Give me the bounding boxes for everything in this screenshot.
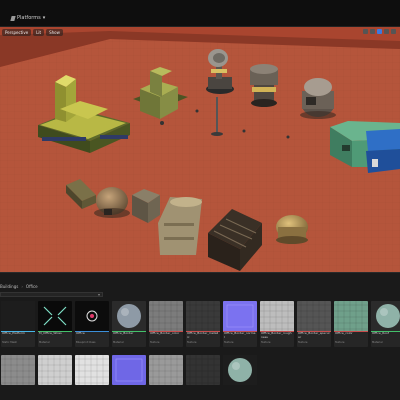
- asset-tile[interactable]: [38, 355, 72, 385]
- sphere-grey-thumbnail: [112, 301, 146, 331]
- light-panel-thumbnail: [260, 301, 294, 331]
- platforms-label: Platforms: [17, 15, 41, 21]
- asset-type: Material: [113, 341, 124, 344]
- asset-name: M_Office_Wires: [39, 331, 62, 335]
- normal-map-thumbnail: [223, 301, 257, 331]
- dark-platform-thumbnail: [1, 301, 35, 331]
- asset-tile[interactable]: [75, 355, 109, 385]
- viewport-button-label: Show: [49, 29, 60, 35]
- green-panel-thumbnail: [334, 301, 368, 331]
- move-icon[interactable]: [363, 29, 368, 34]
- asset-name: Office_Border: [113, 331, 134, 335]
- asset-type: Texture: [298, 341, 308, 344]
- breadcrumb: Buildings › Office: [0, 284, 38, 289]
- asset-name: Office: [76, 331, 85, 335]
- asset-type: Texture: [187, 341, 197, 344]
- round-lamp-pod[interactable]: [276, 215, 308, 244]
- grid-snap-icon[interactable]: [384, 29, 389, 34]
- asset-type: Static Mesh: [2, 341, 18, 344]
- grey-panel-thumbnail: [149, 301, 183, 331]
- prop-marker: [160, 121, 164, 125]
- asset-type: Texture: [261, 341, 271, 344]
- dark-tiles-thumbnail: [186, 355, 220, 385]
- asset-tile[interactable]: Office_Border_specular Texture: [297, 301, 331, 347]
- tower-building[interactable]: [250, 64, 278, 107]
- viewport-transform-tools: [363, 29, 396, 34]
- content-browser: Buildings › Office ▾ Office_Platform Stat…: [0, 272, 400, 400]
- chevron-down-icon: ▾: [42, 15, 46, 21]
- asset-name: Office_Border_normal: [224, 331, 256, 339]
- spec-panel-thumbnail: [297, 301, 331, 331]
- dark-panel-thumbnail: [186, 301, 220, 331]
- asset-type: Blueprint Class: [76, 341, 96, 344]
- asset-tile[interactable]: Office_Border_roughness Texture: [260, 301, 294, 347]
- asset-tile[interactable]: Office_Roof Material: [371, 301, 400, 347]
- sphere-teal-thumbnail: [371, 301, 400, 331]
- platforms-menu[interactable]: Platforms ▾: [10, 15, 46, 21]
- asset-name: Office_Border_metallic: [187, 331, 219, 339]
- viewport-button[interactable]: Lit: [33, 28, 45, 36]
- asset-tile[interactable]: [112, 355, 146, 385]
- asset-tile[interactable]: Office_Border_metallic Texture: [186, 301, 220, 347]
- platforms-icon: [10, 15, 16, 21]
- viewport-scene: [0, 27, 400, 272]
- asset-name: Office_color: [335, 331, 353, 335]
- asset-tile[interactable]: [186, 355, 220, 385]
- asset-name: Office_Platform: [2, 331, 25, 335]
- prop-marker: [242, 129, 246, 133]
- asset-tile[interactable]: Office_color Texture: [334, 301, 368, 347]
- asset-name: Office_Border_roughness: [261, 331, 292, 339]
- scale-icon[interactable]: [377, 29, 382, 34]
- grey-tiles-thumbnail: [149, 355, 183, 385]
- viewport-button-label: Perspective: [5, 29, 29, 35]
- asset-type: Texture: [150, 341, 160, 344]
- asset-type: Texture: [224, 341, 234, 344]
- prop-marker: [195, 109, 199, 113]
- dome-building[interactable]: [300, 78, 336, 119]
- level-viewport[interactable]: Perspective Lit Show: [0, 27, 400, 272]
- asset-tile[interactable]: Office_Border Material: [112, 301, 146, 347]
- chevron-down-icon: ▾: [97, 292, 100, 297]
- asset-tile[interactable]: [149, 355, 183, 385]
- wire-pattern-thumbnail: [38, 301, 72, 331]
- asset-tile[interactable]: Office_Border_normal Texture: [223, 301, 257, 347]
- white-tiles-thumbnail: [75, 355, 109, 385]
- asset-name: Office_Border_specular: [298, 331, 330, 339]
- asset-type: Material: [39, 341, 50, 344]
- breadcrumb-item[interactable]: Office: [26, 284, 38, 289]
- grey-tiles-thumbnail: [1, 355, 35, 385]
- normal-map-thumbnail: [112, 355, 146, 385]
- asset-tile[interactable]: Office_Border_color Texture: [149, 301, 183, 347]
- camera-speed-icon[interactable]: [391, 29, 396, 34]
- light-tiles-thumbnail: [38, 355, 72, 385]
- viewport-button-label: Lit: [36, 29, 42, 35]
- chevron-right-icon: ›: [21, 284, 23, 289]
- breadcrumb-item[interactable]: Buildings: [0, 284, 18, 289]
- asset-name: Office_Border_color: [150, 331, 180, 335]
- viewport-button[interactable]: Show: [46, 28, 63, 36]
- asset-tile[interactable]: Office_Platform Static Mesh: [1, 301, 35, 347]
- asset-type: Texture: [335, 341, 345, 344]
- asset-type: Material: [372, 341, 383, 344]
- asset-tile[interactable]: Office Blueprint Class: [75, 301, 109, 347]
- rotate-icon[interactable]: [370, 29, 375, 34]
- editor-toolbar: Platforms ▾: [0, 0, 400, 27]
- viewport-button[interactable]: Perspective: [2, 28, 32, 36]
- viewport-toolbar: Perspective Lit Show: [0, 27, 400, 37]
- asset-tile[interactable]: [1, 355, 35, 385]
- asset-name: Office_Roof: [372, 331, 389, 335]
- sphere-teal-thumbnail: [223, 355, 257, 385]
- office-blueprint-thumbnail: [75, 301, 109, 331]
- asset-tile[interactable]: [223, 355, 257, 385]
- prop-marker: [286, 135, 290, 139]
- asset-tile[interactable]: M_Office_Wires Material: [38, 301, 72, 347]
- filter-bar[interactable]: ▾: [0, 292, 103, 297]
